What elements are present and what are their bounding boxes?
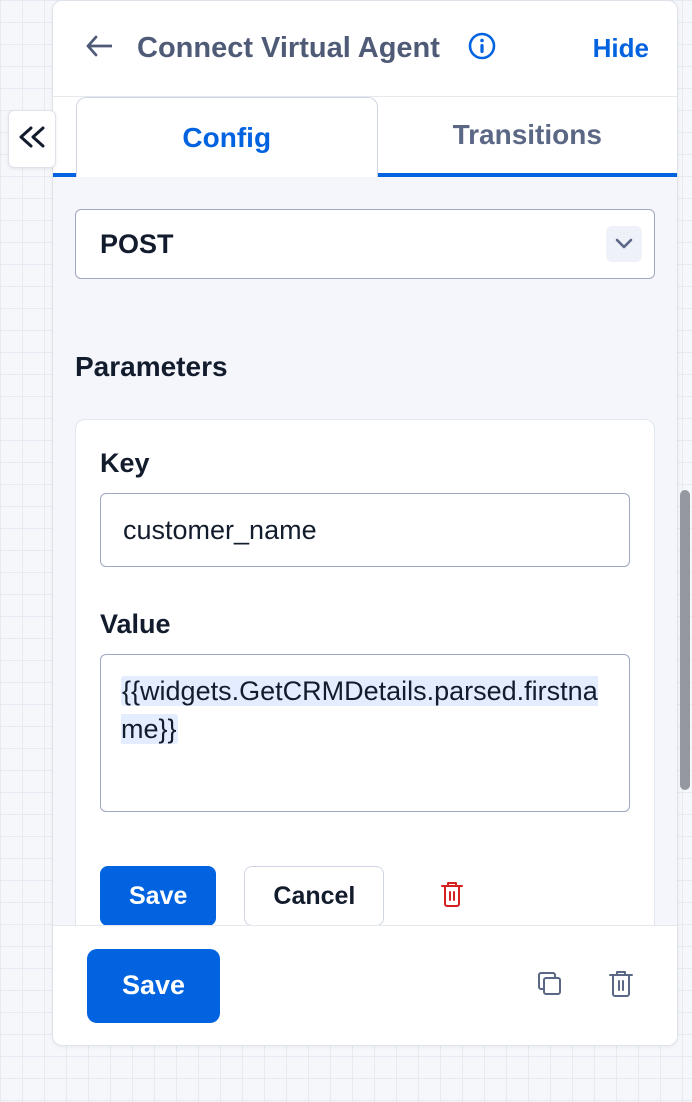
back-arrow-icon: [86, 35, 112, 62]
panel-title: Connect Virtual Agent: [137, 32, 440, 65]
trash-icon: [607, 968, 635, 1003]
param-value-input[interactable]: {{widgets.GetCRMDetails.parsed.firstname…: [100, 654, 630, 812]
param-value-value: {{widgets.GetCRMDetails.parsed.firstname…: [121, 676, 598, 744]
footer-copy-button[interactable]: [527, 964, 571, 1008]
param-cancel-label: Cancel: [273, 882, 355, 911]
config-body: POST Parameters Key customer_name Value …: [53, 177, 677, 925]
chevron-down-icon: [606, 226, 642, 262]
tab-config-label: Config: [182, 122, 271, 154]
config-side-panel: Connect Virtual Agent Hide Config Transi…: [52, 0, 678, 1046]
param-key-input[interactable]: customer_name: [100, 493, 630, 567]
http-method-select[interactable]: POST: [75, 209, 655, 279]
panel-header: Connect Virtual Agent Hide: [53, 1, 677, 97]
param-key-value: customer_name: [123, 515, 317, 546]
param-actions: Save Cancel: [100, 866, 630, 925]
tab-config[interactable]: Config: [76, 97, 378, 177]
back-button[interactable]: [81, 31, 117, 67]
info-button[interactable]: [466, 33, 498, 65]
param-save-button[interactable]: Save: [100, 866, 216, 925]
collapse-panel-button[interactable]: [8, 110, 56, 168]
footer-delete-button[interactable]: [599, 964, 643, 1008]
http-method-value: POST: [100, 229, 174, 260]
parameter-card: Key customer_name Value {{widgets.GetCRM…: [75, 419, 655, 925]
tabs-row: Config Transitions: [53, 97, 677, 177]
info-icon: [467, 31, 497, 66]
panel-footer: Save: [53, 925, 677, 1045]
scrollbar-thumb[interactable]: [680, 490, 690, 790]
param-save-label: Save: [129, 882, 187, 911]
param-cancel-button[interactable]: Cancel: [244, 866, 384, 925]
tab-transitions-label: Transitions: [453, 119, 602, 151]
parameters-section-title: Parameters: [75, 351, 655, 383]
param-delete-button[interactable]: [432, 876, 472, 916]
param-value-label: Value: [100, 609, 630, 640]
trash-icon: [439, 880, 465, 913]
hide-button[interactable]: Hide: [593, 33, 649, 64]
footer-save-label: Save: [122, 970, 185, 1001]
collapse-left-icon: [18, 126, 46, 153]
footer-save-button[interactable]: Save: [87, 949, 220, 1023]
tab-transitions[interactable]: Transitions: [378, 97, 678, 173]
param-key-label: Key: [100, 448, 630, 479]
copy-icon: [534, 968, 564, 1003]
